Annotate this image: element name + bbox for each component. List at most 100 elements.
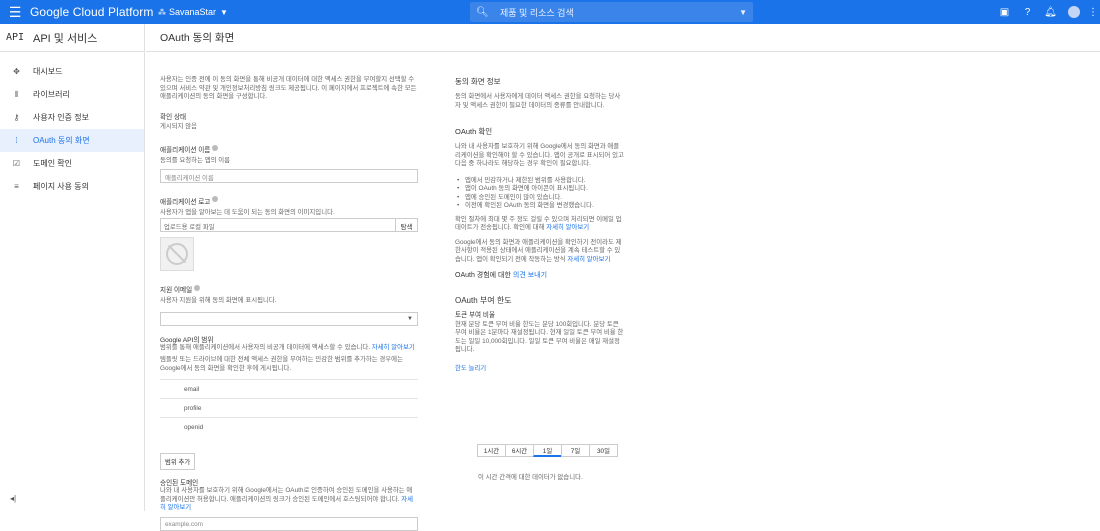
sidebar-item-oauth-consent[interactable]: ⁞ OAuth 동의 화면 <box>0 129 144 152</box>
verify-time-text: 확인 절차에 최대 몇 주 정도 걸릴 수 있으며 처리되면 이메일 업데이트가… <box>455 215 622 232</box>
sidebar-title: API 및 서비스 <box>33 32 98 45</box>
search-dropdown-icon[interactable]: ▼ <box>739 8 747 17</box>
consent-info-desc: 동의 화면에서 사용자에게 데이터 액세스 권한을 요청하는 당사자 및 액세스… <box>455 93 621 109</box>
console-icon[interactable]: ▣ <box>993 7 1016 18</box>
list-item: 이전에 확인된 OAuth 동의 화면을 변경했습니다. <box>455 202 625 211</box>
list-item: openid <box>160 417 418 436</box>
collapse-sidebar-icon[interactable]: ◂| <box>10 494 16 503</box>
search-input[interactable]: 🔍︎ 제품 및 리소스 검색 ▼ <box>470 2 753 22</box>
sidebar-item-library[interactable]: ⦀ 라이브러리 <box>0 83 144 106</box>
browse-button[interactable]: 탐색 <box>396 218 418 232</box>
app-name-section: 애플리케이션 이름 <box>160 139 418 157</box>
grant-rate-subtitle: 토큰 부여 비율 <box>455 311 496 319</box>
search-placeholder: 제품 및 리소스 검색 <box>500 7 574 18</box>
support-email-desc: 사용자 지원을 위해 동의 화면에 표시됩니다. <box>160 297 277 304</box>
raise-limit-link[interactable]: 한도 늘리기 <box>455 365 625 374</box>
support-email-section: 지원 이메일 <box>160 279 418 297</box>
time-range-tabs: 1시간 6시간 1일 7일 30일 <box>477 444 618 457</box>
grant-limit-title: OAuth 부여 한도 <box>455 295 512 305</box>
feedback-line: OAuth 경험에 대한 의견 보내기 <box>455 272 625 281</box>
verify-learn-more-link[interactable]: 자세히 알아보기 <box>546 224 589 231</box>
feedback-text: OAuth 경험에 대한 <box>455 272 511 279</box>
tab-6-hours[interactable]: 6시간 <box>505 444 534 457</box>
avatar[interactable] <box>1068 6 1080 18</box>
project-icon: ⁂ <box>158 7 166 17</box>
help-icon[interactable] <box>212 196 219 203</box>
app-name-field[interactable]: 애플리케이션 이름 <box>160 168 418 183</box>
oauth-verify-desc: 나와 내 사용자를 보호하기 위해 Google에서 동의 화면과 애플리케이션… <box>455 143 624 167</box>
menu-icon[interactable]: ☰ <box>0 4 30 21</box>
brand-title[interactable]: Google Cloud Platform <box>30 5 155 19</box>
sidebar-item-label: 라이브러리 <box>33 90 70 99</box>
logo-upload: 업로드용 로컬 파일 탐색 <box>160 218 418 232</box>
form-intro: 사용자는 인증 전에 이 동의 화면을 통해 비공개 데이터에 대한 액세스 권… <box>160 76 417 100</box>
sidebar-item-domain-verification[interactable]: ☑ 도메인 확인 <box>0 152 144 175</box>
dashboard-icon: ✥ <box>13 67 20 76</box>
sidebar-item-label: 페이지 사용 동의 <box>33 182 89 191</box>
library-icon: ⦀ <box>14 89 19 99</box>
logo-upload-field[interactable]: 업로드용 로컬 파일 <box>160 218 396 232</box>
sidebar: API API 및 서비스 ✥ 대시보드 ⦀ 라이브러리 ⚷ 사용자 인증 정보… <box>0 24 145 511</box>
add-scope-button[interactable]: 범위 추가 <box>160 453 196 470</box>
authorized-domains-text: 나와 내 사용자를 보호하기 위해 Google에서는 OAuth로 인증하여 … <box>160 487 413 503</box>
no-data-message: 이 시간 간격에 대한 데이터가 없습니다. <box>478 474 583 481</box>
key-icon: ⚷ <box>13 113 20 122</box>
sidebar-item-dashboard[interactable]: ✥ 대시보드 <box>0 60 144 83</box>
scopes-desc-text: 범위를 통해 애플리케이션에서 사용자의 비공개 데이터에 액세스할 수 있습니… <box>160 343 370 351</box>
tab-7-days[interactable]: 7일 <box>561 444 590 457</box>
tab-1-day[interactable]: 1일 <box>533 444 562 457</box>
list-item: email <box>160 379 418 398</box>
chevron-down-icon: ▼ <box>220 7 228 17</box>
list-item: 앱에서 민감하거나 제한된 범위를 사용합니다. <box>455 177 625 186</box>
sidebar-item-label: 사용자 인증 정보 <box>33 113 89 122</box>
domain-icon: ☑ <box>12 159 21 168</box>
domain-field[interactable]: example.com <box>160 516 418 531</box>
consent-form: 사용자는 인증 전에 이 동의 화면을 통해 비공개 데이터에 대한 액세스 권… <box>160 60 418 531</box>
help-icon[interactable] <box>212 144 219 151</box>
sidebar-item-label: 도메인 확인 <box>33 159 73 168</box>
more-vert-icon[interactable]: ⋮ <box>1086 7 1100 18</box>
sidebar-item-credentials[interactable]: ⚷ 사용자 인증 정보 <box>0 106 144 129</box>
sidebar-header: API API 및 서비스 <box>0 24 144 52</box>
scopes-learn-more-link[interactable]: 자세히 알아보기 <box>372 344 415 351</box>
api-logo: API <box>6 32 25 43</box>
google-verify-desc: Google에서 동의 화면과 애플리케이션을 확인하기 전이라도 제한사항이 … <box>455 239 625 265</box>
scopes-desc: 범위를 통해 애플리케이션에서 사용자의 비공개 데이터에 액세스할 수 있습니… <box>160 344 418 353</box>
tab-30-days[interactable]: 30일 <box>589 444 618 457</box>
sidebar-item-label: OAuth 동의 화면 <box>33 136 90 145</box>
info-panel: 동의 화면 정보 동의 화면에서 사용자에게 데이터 액세스 권한을 요청하는 … <box>455 60 625 373</box>
sidebar-item-page-usage-agreements[interactable]: ≡ 페이지 사용 동의 <box>0 175 144 198</box>
scopes-sensitive-desc: 템플릿 또는 드라이브에 대한 전체 액세스 권한을 부여하는 민감한 범위를 … <box>160 356 403 372</box>
google-verify-learn-more-link[interactable]: 자세히 알아보기 <box>567 256 610 263</box>
help-icon[interactable] <box>194 284 201 291</box>
grant-rate-desc: 현재 분당 토큰 부여 비율 한도는 분당 100회입니다. 분당 토큰 부여 … <box>455 320 624 354</box>
app-logo-label: 애플리케이션 로고 <box>160 198 211 206</box>
app-logo-desc: 사용자가 앱을 알아보는 데 도움이 되는 동의 화면의 이미지입니다. <box>160 208 335 216</box>
verify-time-desc: 확인 절차에 최대 몇 주 정도 걸릴 수 있으며 처리되면 이메일 업데이트가… <box>455 216 625 233</box>
page-header: OAuth 동의 화면 <box>146 24 1100 52</box>
authorized-domains-label: 승인된 도메인 <box>160 480 199 487</box>
consent-icon: ⁞ <box>15 136 18 145</box>
notifications-icon[interactable]: 🔔︎ <box>1039 7 1062 18</box>
logo-placeholder-image <box>160 237 194 271</box>
oauth-verify-title: OAuth 확인 <box>455 127 493 136</box>
scopes-label: Google API의 범위 <box>160 336 214 344</box>
support-email-select[interactable]: ▼ <box>160 311 418 326</box>
send-feedback-link[interactable]: 의견 보내기 <box>513 272 547 279</box>
app-name-desc: 동의를 요청하는 앱의 이름 <box>160 157 230 164</box>
list-item: 앱에 승인된 도메인이 많이 있습니다. <box>455 194 625 203</box>
chevron-down-icon: ▼ <box>407 315 413 322</box>
help-icon[interactable]: ? <box>1016 7 1039 18</box>
consent-info-title: 동의 화면 정보 <box>455 77 501 86</box>
app-logo-section: 애플리케이션 로고 <box>160 191 418 209</box>
list-item: profile <box>160 398 418 417</box>
no-image-icon <box>166 243 188 265</box>
project-selector[interactable]: ⁂ SavanaStar ▼ <box>158 7 470 17</box>
list-item: 앱이 OAuth 동의 화면에 아이콘이 표시됩니다. <box>455 185 625 194</box>
settings-list-icon: ≡ <box>14 182 19 191</box>
verify-criteria-list: 앱에서 민감하거나 제한된 범위를 사용합니다. 앱이 OAuth 동의 화면에… <box>455 177 625 211</box>
project-name: SavanaStar <box>169 7 217 17</box>
top-bar: ☰ Google Cloud Platform ⁂ SavanaStar ▼ 🔍… <box>0 0 1100 24</box>
search-icon: 🔍︎ <box>476 6 489 18</box>
tab-1-hour[interactable]: 1시간 <box>477 444 506 457</box>
